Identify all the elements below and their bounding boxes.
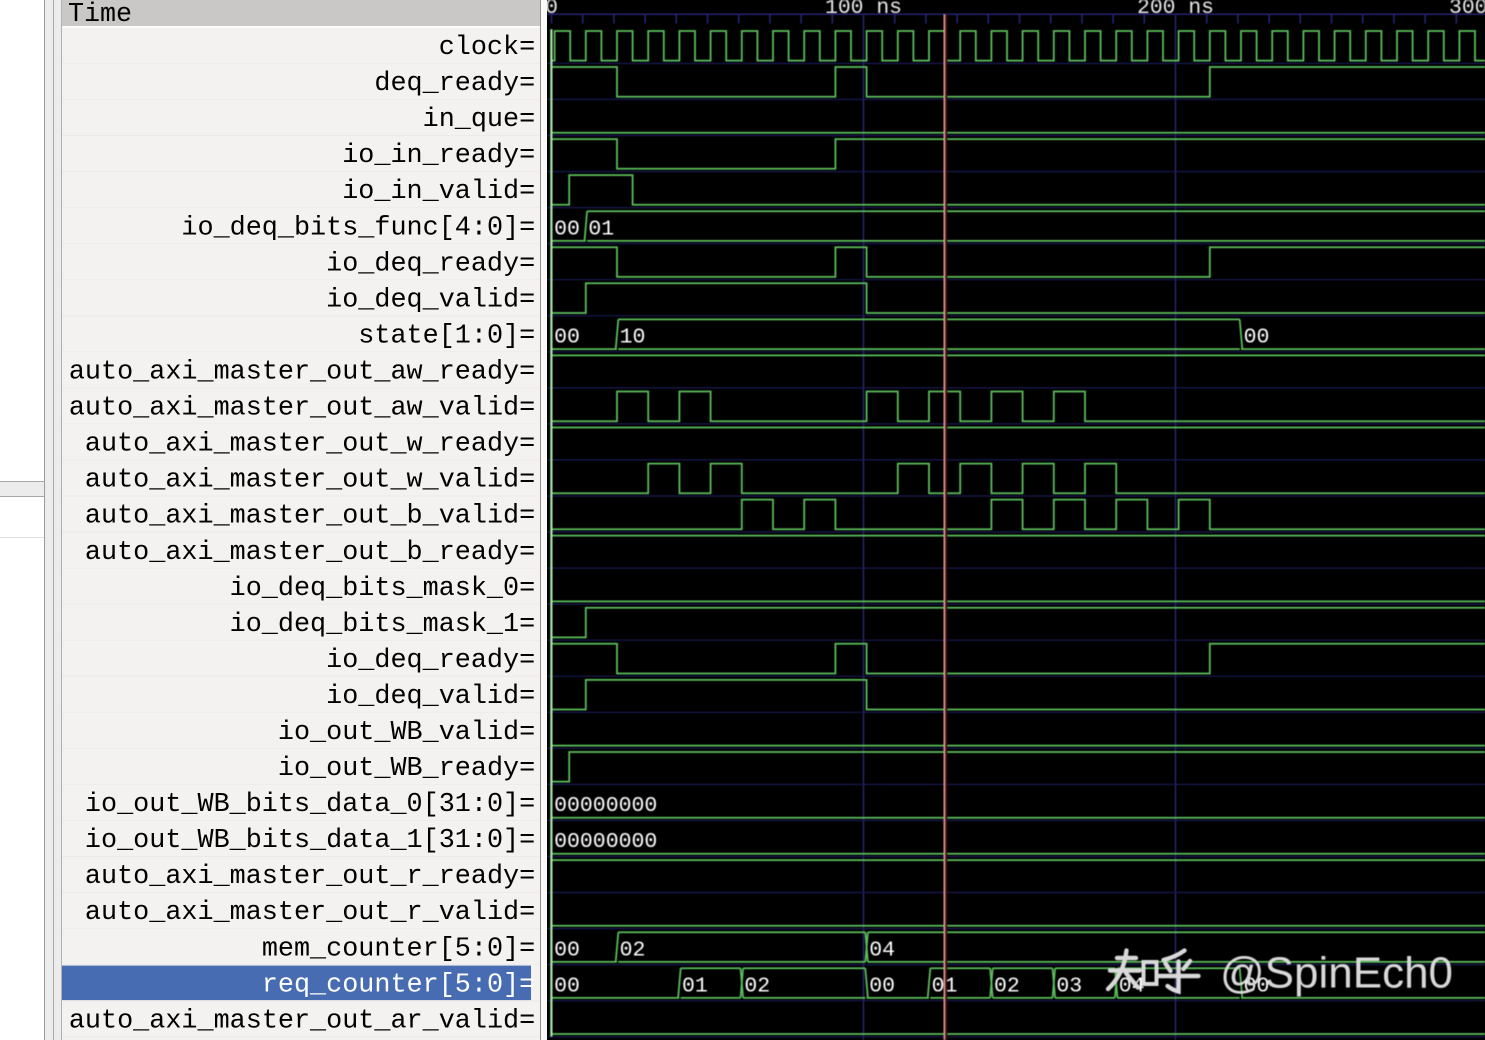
- svg-text:io_deq_valid=: io_deq_valid=: [326, 682, 535, 712]
- svg-text:auto_axi_master_out_r_ready=: auto_axi_master_out_r_ready=: [85, 862, 535, 892]
- svg-text:in_que=: in_que=: [423, 105, 536, 135]
- svg-text:clock=: clock=: [439, 33, 536, 63]
- svg-text:00: 00: [554, 974, 580, 998]
- svg-text:03: 03: [1056, 974, 1082, 998]
- svg-text:io_in_valid=: io_in_valid=: [342, 177, 535, 207]
- svg-text:io_deq_valid=: io_deq_valid=: [326, 285, 535, 315]
- svg-text:io_deq_bits_mask_0=: io_deq_bits_mask_0=: [230, 574, 536, 604]
- svg-text:00000000: 00000000: [554, 830, 657, 854]
- svg-text:00: 00: [1244, 326, 1270, 350]
- svg-text:00: 00: [869, 974, 895, 998]
- svg-text:auto_axi_master_out_b_ready=: auto_axi_master_out_b_ready=: [85, 538, 535, 568]
- svg-text:0: 0: [545, 0, 558, 20]
- svg-text:io_deq_ready=: io_deq_ready=: [326, 646, 535, 676]
- svg-text:io_deq_bits_func[4:0]=: io_deq_bits_func[4:0]=: [181, 213, 535, 243]
- svg-text:00: 00: [554, 326, 580, 350]
- svg-text:00: 00: [554, 938, 580, 962]
- svg-text:01: 01: [588, 217, 614, 241]
- svg-text:mem_counter[5:0]=: mem_counter[5:0]=: [262, 934, 535, 964]
- svg-text:04: 04: [869, 938, 895, 962]
- svg-text:200 ns: 200 ns: [1137, 0, 1214, 20]
- svg-text:@SpinEch0: @SpinEch0: [1220, 949, 1453, 998]
- svg-text:02: 02: [744, 974, 770, 998]
- svg-text:02: 02: [994, 974, 1020, 998]
- svg-text:auto_axi_master_out_w_ready=: auto_axi_master_out_w_ready=: [85, 430, 535, 460]
- svg-text:req_counter[5:0]=: req_counter[5:0]=: [262, 970, 535, 1000]
- svg-text:10: 10: [620, 326, 646, 350]
- svg-text:io_deq_ready=: io_deq_ready=: [326, 249, 535, 279]
- svg-text:100 ns: 100 ns: [825, 0, 902, 20]
- svg-text:01: 01: [682, 974, 708, 998]
- svg-text:Time: Time: [68, 0, 132, 30]
- svg-text:auto_axi_master_out_aw_ready=: auto_axi_master_out_aw_ready=: [69, 358, 535, 388]
- svg-text:auto_axi_master_out_ar_valid=: auto_axi_master_out_ar_valid=: [69, 1006, 535, 1036]
- svg-text:auto_axi_master_out_r_valid=: auto_axi_master_out_r_valid=: [85, 898, 535, 928]
- svg-text:io_out_WB_valid=: io_out_WB_valid=: [278, 718, 535, 748]
- svg-text:auto_axi_master_out_aw_valid=: auto_axi_master_out_aw_valid=: [69, 394, 535, 424]
- svg-text:io_out_WB_ready=: io_out_WB_ready=: [278, 754, 535, 784]
- svg-text:00000000: 00000000: [554, 794, 657, 818]
- svg-text:deq_ready=: deq_ready=: [374, 69, 535, 99]
- svg-text:io_out_WB_bits_data_0[31:0]=: io_out_WB_bits_data_0[31:0]=: [85, 790, 535, 820]
- svg-text:io_out_WB_bits_data_1[31:0]=: io_out_WB_bits_data_1[31:0]=: [85, 826, 535, 856]
- svg-text:00: 00: [554, 217, 580, 241]
- svg-text:auto_axi_master_out_w_valid=: auto_axi_master_out_w_valid=: [85, 466, 535, 496]
- svg-text:300 ns: 300 ns: [1449, 0, 1485, 20]
- svg-text:state[1:0]=: state[1:0]=: [358, 321, 535, 351]
- svg-text:io_deq_bits_mask_1=: io_deq_bits_mask_1=: [230, 610, 536, 640]
- svg-text:io_in_ready=: io_in_ready=: [342, 141, 535, 171]
- svg-text:auto_axi_master_out_b_valid=: auto_axi_master_out_b_valid=: [85, 502, 535, 532]
- svg-text:02: 02: [620, 938, 646, 962]
